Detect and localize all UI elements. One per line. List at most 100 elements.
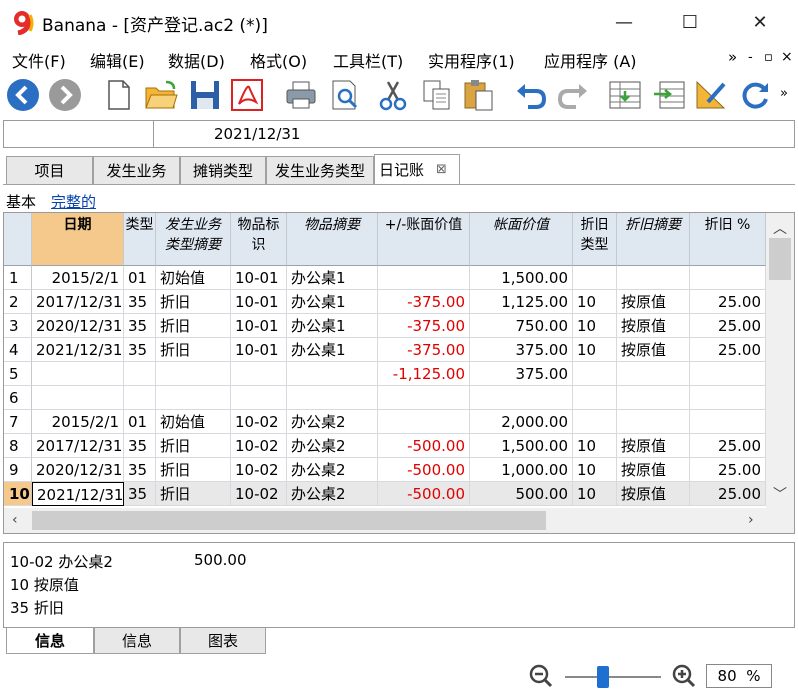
- mdi-minimize-icon[interactable]: -: [748, 50, 753, 65]
- table-cell-date[interactable]: 2021/12/31: [32, 482, 124, 506]
- table-cell-type-text[interactable]: 折旧: [156, 458, 231, 482]
- row-number[interactable]: 5: [4, 362, 32, 386]
- table-cell-book-delta[interactable]: -500.00: [378, 482, 470, 506]
- header-col-depr-percent[interactable]: 折旧 %: [690, 213, 766, 266]
- row-number[interactable]: 9: [4, 458, 32, 482]
- tab-journal[interactable]: 日记账 ⊠: [374, 154, 460, 184]
- row-number[interactable]: 2: [4, 290, 32, 314]
- table-cell-depr-text[interactable]: [617, 266, 690, 290]
- vertical-scroll-thumb[interactable]: [769, 238, 791, 280]
- table-cell-depr-percent[interactable]: 25.00: [690, 290, 766, 314]
- table-cell-item-text[interactable]: 办公桌2: [287, 482, 378, 506]
- table-cell-type-text[interactable]: 折旧: [156, 314, 231, 338]
- edit-row-icon[interactable]: [694, 78, 728, 112]
- table-cell-item-id[interactable]: 10-02: [231, 482, 287, 506]
- table-cell-item-text[interactable]: [287, 362, 378, 386]
- table-cell-item-text[interactable]: 办公桌2: [287, 410, 378, 434]
- add-row-icon[interactable]: [608, 78, 642, 112]
- table-cell-book-delta[interactable]: -375.00: [378, 290, 470, 314]
- zoom-in-icon[interactable]: [672, 664, 696, 688]
- table-cell-item-text[interactable]: [287, 386, 378, 410]
- copy-icon[interactable]: [420, 78, 454, 112]
- table-cell-depr-text[interactable]: [617, 362, 690, 386]
- table-cell-depr-type[interactable]: 10: [573, 290, 617, 314]
- scroll-down-icon[interactable]: ﹀: [773, 484, 787, 504]
- mdi-close-icon[interactable]: ×: [781, 49, 793, 65]
- table-cell-book-value[interactable]: 2,000.00: [470, 410, 573, 434]
- table-cell-date[interactable]: 2020/12/31: [32, 458, 124, 482]
- table-cell-item-id[interactable]: 10-01: [231, 314, 287, 338]
- tab-close-icon[interactable]: ⊠: [436, 162, 447, 177]
- table-cell-item-id[interactable]: [231, 386, 287, 410]
- table-cell-depr-type[interactable]: [573, 410, 617, 434]
- header-col-item-text[interactable]: 物品摘要: [287, 213, 378, 266]
- menu-more-icon[interactable]: »: [728, 48, 737, 66]
- row-number[interactable]: 7: [4, 410, 32, 434]
- table-cell-depr-percent[interactable]: [690, 362, 766, 386]
- cut-icon[interactable]: [376, 78, 410, 112]
- table-cell-type-text[interactable]: 初始值: [156, 266, 231, 290]
- table-cell-depr-text[interactable]: 按原值: [617, 338, 690, 362]
- tab-items[interactable]: 项目: [6, 156, 93, 184]
- paste-icon[interactable]: [462, 78, 496, 112]
- table-cell-item-text[interactable]: 办公桌1: [287, 290, 378, 314]
- header-col-book-delta[interactable]: +/-账面价值: [378, 213, 470, 266]
- table-cell-type-text[interactable]: [156, 362, 231, 386]
- table-cell-type[interactable]: 35: [124, 290, 156, 314]
- table-cell-type[interactable]: 01: [124, 410, 156, 434]
- table-cell-book-value[interactable]: 1,500.00: [470, 434, 573, 458]
- table-cell-type-text[interactable]: [156, 386, 231, 410]
- table-cell-type-text[interactable]: 折旧: [156, 434, 231, 458]
- table-cell-depr-type[interactable]: [573, 386, 617, 410]
- table-cell-book-value[interactable]: [470, 386, 573, 410]
- table-cell-item-id[interactable]: 10-02: [231, 410, 287, 434]
- table-cell-date[interactable]: 2017/12/31: [32, 290, 124, 314]
- zoom-out-icon[interactable]: [529, 664, 553, 688]
- open-folder-icon[interactable]: [144, 78, 178, 112]
- table-cell-type[interactable]: [124, 386, 156, 410]
- table-cell-type-text[interactable]: 折旧: [156, 482, 231, 506]
- horizontal-scroll-thumb[interactable]: [32, 511, 546, 530]
- table-cell-depr-percent[interactable]: [690, 266, 766, 290]
- table-cell-depr-percent[interactable]: 25.00: [690, 314, 766, 338]
- table-cell-depr-text[interactable]: 按原值: [617, 290, 690, 314]
- header-col-item-id[interactable]: 物品标识: [231, 213, 287, 266]
- table-cell-book-value[interactable]: 1,500.00: [470, 266, 573, 290]
- table-cell-item-id[interactable]: 10-01: [231, 290, 287, 314]
- table-cell-depr-percent[interactable]: 25.00: [690, 338, 766, 362]
- refresh-icon[interactable]: [738, 78, 772, 112]
- menu-edit[interactable]: 编辑(E): [90, 48, 145, 72]
- table-cell-item-id[interactable]: 10-02: [231, 434, 287, 458]
- zoom-slider-thumb[interactable]: [597, 666, 610, 688]
- table-cell-date[interactable]: 2020/12/31: [32, 314, 124, 338]
- menu-data[interactable]: 数据(D): [168, 48, 225, 72]
- table-cell-book-delta[interactable]: -500.00: [378, 434, 470, 458]
- table-cell-book-value[interactable]: 750.00: [470, 314, 573, 338]
- row-number[interactable]: 10: [4, 482, 32, 506]
- table-cell-depr-percent[interactable]: [690, 386, 766, 410]
- row-number[interactable]: 4: [4, 338, 32, 362]
- table-cell-depr-text[interactable]: 按原值: [617, 482, 690, 506]
- table-cell-depr-type[interactable]: [573, 362, 617, 386]
- minimize-button[interactable]: —: [604, 6, 644, 38]
- table-cell-depr-type[interactable]: 10: [573, 314, 617, 338]
- bottom-tab-charts[interactable]: 图表: [180, 628, 266, 654]
- bottom-tab-info[interactable]: 信息: [6, 628, 94, 654]
- table-cell-type[interactable]: [124, 362, 156, 386]
- table-cell-item-text[interactable]: 办公桌1: [287, 266, 378, 290]
- table-cell-depr-type[interactable]: 10: [573, 434, 617, 458]
- table-cell-book-delta[interactable]: -500.00: [378, 458, 470, 482]
- menu-toolbar[interactable]: 工具栏(T): [333, 48, 403, 72]
- table-cell-book-value[interactable]: 375.00: [470, 362, 573, 386]
- table-cell-type[interactable]: 35: [124, 434, 156, 458]
- table-cell-date[interactable]: 2021/12/31: [32, 338, 124, 362]
- back-icon[interactable]: [6, 78, 40, 112]
- header-col-book-value[interactable]: 帐面价值: [470, 213, 573, 266]
- scroll-right-icon[interactable]: ›: [748, 512, 754, 528]
- new-file-icon[interactable]: [102, 78, 136, 112]
- table-cell-depr-type[interactable]: 10: [573, 482, 617, 506]
- cell-address-field[interactable]: [3, 120, 154, 148]
- row-number[interactable]: 1: [4, 266, 32, 290]
- table-cell-depr-type[interactable]: 10: [573, 338, 617, 362]
- toolbar-more-icon[interactable]: »: [780, 86, 788, 101]
